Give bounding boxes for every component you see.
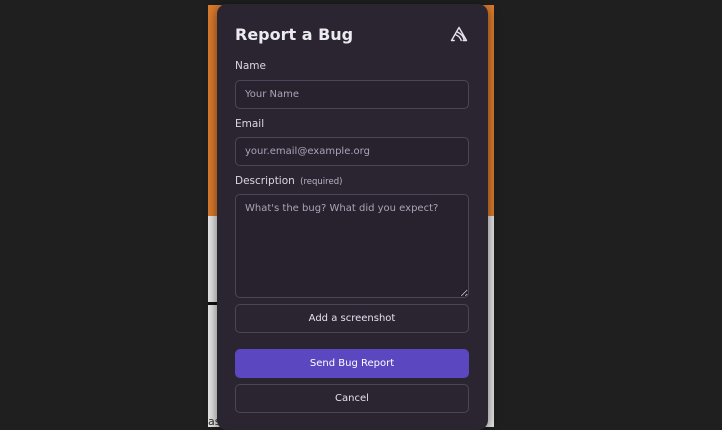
required-hint: (required): [300, 177, 343, 187]
cancel-button[interactable]: Cancel: [235, 384, 469, 413]
email-input[interactable]: [235, 137, 469, 166]
description-label: Description (required): [235, 175, 342, 187]
send-bug-report-button[interactable]: Send Bug Report: [235, 349, 469, 378]
description-textarea[interactable]: [235, 194, 469, 298]
add-screenshot-button[interactable]: Add a screenshot: [235, 304, 469, 333]
name-input[interactable]: [235, 80, 469, 109]
name-label: Name: [235, 60, 266, 72]
dialog-header: Report a Bug: [235, 22, 470, 48]
bug-report-dialog: Report a Bug Name Email Description (req…: [217, 4, 488, 430]
dialog-title: Report a Bug: [235, 25, 354, 44]
email-label: Email: [235, 118, 265, 130]
description-label-text: Description: [235, 175, 295, 187]
sentry-logo-icon: [450, 26, 468, 42]
